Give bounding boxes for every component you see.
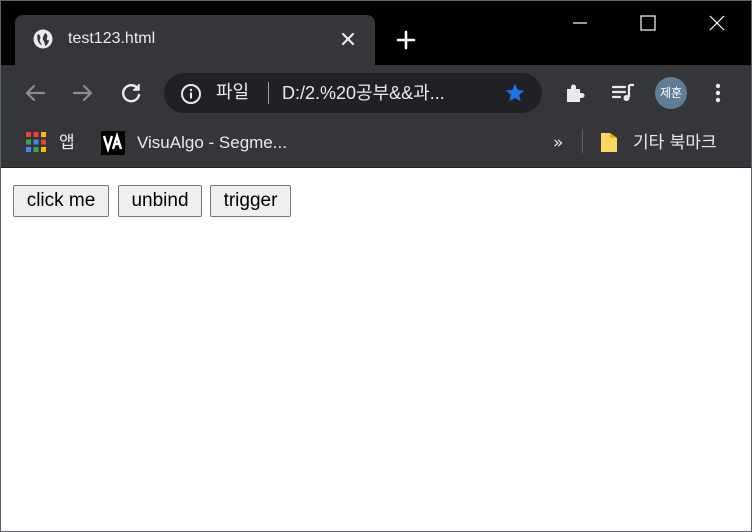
bookmarks-overflow-chevron[interactable]: » (553, 129, 563, 157)
click-me-button[interactable]: click me (13, 185, 109, 217)
minimize-button[interactable] (557, 1, 603, 45)
other-bookmarks-label[interactable]: 기타 북마크 (633, 129, 717, 157)
tab-active[interactable]: test123.html (15, 15, 375, 65)
omnibox-separator (268, 82, 269, 104)
extensions-puzzle-icon[interactable] (561, 79, 589, 107)
address-bar[interactable]: 파일 D:/2.%20공부&&과... (164, 73, 542, 113)
info-icon[interactable] (180, 83, 202, 105)
reload-icon[interactable] (117, 79, 145, 107)
browser-window: test123.html 파일 D:/2.%20공부&&과... 제훈 앱 Vi… (0, 0, 752, 532)
apps-bookmark-label[interactable]: 앱 (59, 129, 75, 157)
url-scheme-label: 파일 (216, 82, 250, 103)
maximize-button[interactable] (625, 1, 671, 45)
browser-toolbar: 파일 D:/2.%20공부&&과... 제훈 (1, 65, 751, 121)
window-close-button[interactable] (694, 1, 740, 45)
bookmark-star-icon[interactable] (504, 82, 526, 104)
window-close-icon (709, 15, 725, 31)
tab-strip: test123.html (1, 1, 751, 65)
apps-grid-icon[interactable] (25, 131, 47, 153)
minimize-icon (573, 22, 587, 24)
folder-icon (601, 133, 617, 152)
back-arrow-icon[interactable] (21, 79, 49, 107)
maximize-icon (640, 15, 656, 31)
profile-avatar[interactable]: 제훈 (655, 77, 687, 109)
tab-title: test123.html (68, 30, 156, 47)
forward-arrow-icon[interactable] (69, 79, 97, 107)
close-icon[interactable] (339, 30, 357, 48)
unbind-button[interactable]: unbind (118, 185, 202, 217)
visualgo-logo-icon (101, 131, 125, 155)
globe-icon (33, 29, 53, 49)
bookmarks-bar: 앱 VisuAlgo - Segme... » 기타 북마크 (1, 121, 751, 168)
page-content: click me unbind trigger (1, 169, 751, 531)
trigger-button[interactable]: trigger (210, 185, 291, 217)
bookmarks-divider (582, 129, 583, 153)
bookmark-item-visualgo[interactable]: VisuAlgo - Segme... (137, 129, 287, 157)
media-queue-icon[interactable] (609, 79, 637, 107)
new-tab-icon[interactable] (395, 29, 417, 51)
more-menu-icon[interactable] (704, 79, 732, 107)
url-text[interactable]: D:/2.%20공부&&과... (282, 82, 445, 104)
